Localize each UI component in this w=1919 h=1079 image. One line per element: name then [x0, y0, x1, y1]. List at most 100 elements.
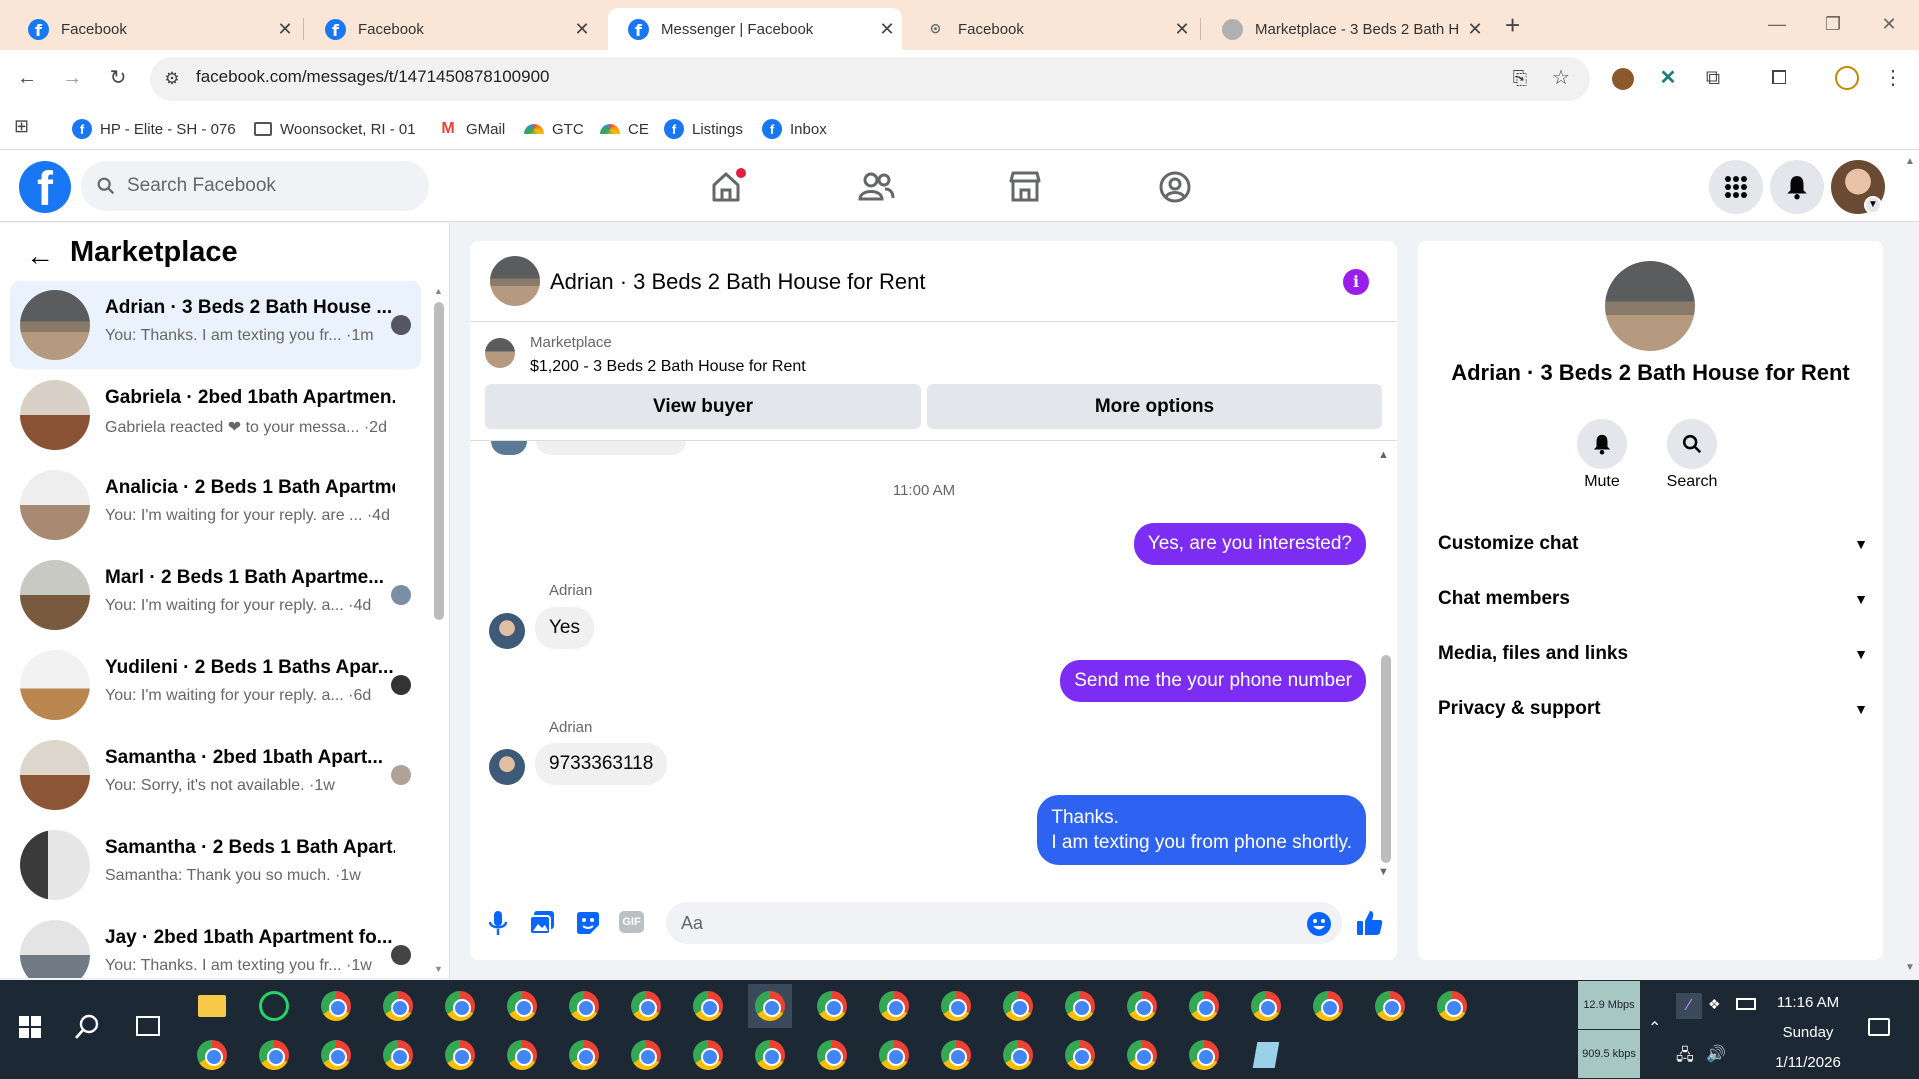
system-clock[interactable]: 11:16 AM Sunday 1/11/2026 [1748, 988, 1868, 1078]
friends-icon[interactable] [854, 165, 898, 209]
back-arrow-icon[interactable]: ← [26, 240, 54, 272]
chrome-icon[interactable] [1368, 984, 1412, 1028]
chrome-icon[interactable] [748, 984, 792, 1028]
message-input[interactable]: Aa [666, 902, 1342, 944]
tab-facebook-3[interactable]: ⊙ Facebook ✕ [905, 8, 1197, 50]
restore-icon[interactable]: ❐ [1805, 8, 1861, 40]
dropbox-icon[interactable]: ❖ [1708, 996, 1721, 1013]
close-tab-icon[interactable]: ✕ [567, 19, 597, 40]
chat-title[interactable]: Adrian · 3 Beds 2 Bath House for Rent [550, 269, 925, 295]
chrome-icon[interactable] [1244, 984, 1288, 1028]
chrome-icon[interactable] [562, 1033, 606, 1077]
chat-avatar-large[interactable] [1605, 261, 1695, 351]
emoji-icon[interactable] [1306, 911, 1332, 937]
search-icon[interactable] [74, 1013, 102, 1041]
bookmark-listings[interactable]: f Listings [664, 114, 743, 144]
tab-facebook-2[interactable]: f Facebook ✕ [305, 8, 597, 50]
conversation-item[interactable]: Jay · 2bed 1bath Apartment fo... You: Th… [10, 911, 421, 978]
more-options-button[interactable]: More options [927, 384, 1382, 429]
view-buyer-button[interactable]: View buyer [485, 384, 921, 429]
chrome-icon[interactable] [376, 1033, 420, 1077]
chat-scrollbar[interactable] [1381, 655, 1391, 863]
notifications-button[interactable] [1770, 160, 1824, 214]
apps-grid-icon[interactable]: ⊞ [14, 116, 29, 137]
chrome-icon[interactable] [872, 984, 916, 1028]
scroll-down-icon[interactable]: ▼ [1378, 866, 1389, 878]
site-info-icon[interactable]: ⚙ [157, 64, 187, 94]
install-app-icon[interactable]: ⎘ [1505, 63, 1535, 93]
bookmark-woonsocket[interactable]: Woonsocket, RI - 01 [254, 114, 416, 144]
conversation-item[interactable]: Yudileni · 2 Beds 1 Baths Apar... You: I… [10, 641, 421, 729]
listing-title[interactable]: $1,200 - 3 Beds 2 Bath House for Rent [530, 358, 806, 376]
tab-marketplace[interactable]: Marketplace - 3 Beds 2 Bath Ho ✕ [1202, 8, 1490, 50]
chrome-icon[interactable] [686, 984, 730, 1028]
chrome-icon[interactable] [934, 1033, 978, 1077]
chrome-icon[interactable] [1120, 984, 1164, 1028]
conversation-item[interactable]: Samantha · 2 Beds 1 Bath Apart... Samant… [10, 821, 421, 909]
chrome-icon[interactable] [1120, 1033, 1164, 1077]
cookie-extension-icon[interactable] [1612, 68, 1634, 90]
tab-facebook-1[interactable]: f Facebook ✕ [8, 8, 300, 50]
chrome-icon[interactable] [1430, 984, 1474, 1028]
close-tab-icon[interactable]: ✕ [1167, 19, 1197, 40]
bookmark-inbox[interactable]: f Inbox [762, 114, 827, 144]
chrome-icon[interactable] [1058, 1033, 1102, 1077]
chrome-icon[interactable] [810, 984, 854, 1028]
microphone-icon[interactable] [487, 909, 509, 937]
mute-button[interactable] [1577, 419, 1627, 469]
close-tab-icon[interactable]: ✕ [872, 19, 902, 40]
bookmark-gtc[interactable]: GTC [524, 114, 584, 144]
extension-icon[interactable]: ✕ [1653, 63, 1683, 93]
photo-icon[interactable] [529, 910, 555, 936]
notepad-icon[interactable] [1244, 1033, 1288, 1077]
chrome-icon[interactable] [314, 984, 358, 1028]
chevron-down-icon[interactable]: ▼ [1864, 196, 1882, 214]
outgoing-message[interactable]: Thanks. I am texting you from phone shor… [1037, 795, 1366, 865]
new-tab-button[interactable]: + [1505, 10, 1520, 40]
media-files-links-section[interactable]: Media, files and links ▼ [1438, 631, 1868, 676]
conversation-item[interactable]: Samantha · 2bed 1bath Apart... You: Sorr… [10, 731, 421, 819]
reload-icon[interactable]: ↻ [103, 63, 133, 93]
chrome-icon[interactable] [748, 1033, 792, 1077]
conversation-item[interactable]: Marl · 2 Beds 1 Bath Apartme... You: I'm… [10, 551, 421, 639]
back-arrow-icon[interactable]: ← [12, 63, 42, 93]
chrome-icon[interactable] [1182, 984, 1226, 1028]
chrome-icon[interactable] [500, 1033, 544, 1077]
scroll-up-icon[interactable]: ▲ [1378, 449, 1389, 461]
incoming-message[interactable]: 9733363118 [535, 743, 668, 785]
home-icon[interactable] [704, 165, 748, 209]
chrome-icon[interactable] [376, 984, 420, 1028]
close-tab-icon[interactable]: ✕ [1460, 19, 1490, 40]
incoming-message[interactable]: Yes [535, 607, 594, 649]
privacy-support-section[interactable]: Privacy & support ▼ [1438, 686, 1868, 731]
chrome-icon[interactable] [438, 1033, 482, 1077]
bookmark-hp-elite[interactable]: f HP - Elite - SH - 076 [72, 114, 236, 144]
chrome-icon[interactable] [624, 984, 668, 1028]
chat-avatar[interactable] [490, 256, 540, 306]
profile-icon[interactable] [1835, 66, 1859, 90]
menu-grid-button[interactable] [1709, 160, 1763, 214]
whatsapp-icon[interactable] [252, 984, 296, 1028]
search-input[interactable]: Search Facebook [81, 161, 429, 211]
feather-app-icon[interactable]: ⁄ [1676, 993, 1702, 1019]
close-tab-icon[interactable]: ✕ [270, 19, 300, 40]
chrome-icon[interactable] [190, 1033, 234, 1077]
page-scroll-up-icon[interactable]: ▲ [1905, 156, 1915, 167]
conversation-scrollbar[interactable] [434, 302, 444, 620]
chrome-icon[interactable] [252, 1033, 296, 1077]
sticker-icon[interactable] [575, 910, 601, 936]
chrome-icon[interactable] [686, 1033, 730, 1077]
page-scroll-down-icon[interactable]: ▼ [1905, 962, 1915, 973]
chrome-icon[interactable] [624, 1033, 668, 1077]
file-explorer-icon[interactable] [190, 984, 234, 1028]
info-icon[interactable]: i [1343, 269, 1369, 295]
conversation-item[interactable]: Gabriela · 2bed 1bath Apartmen... Gabrie… [10, 371, 421, 459]
chrome-icon[interactable] [996, 1033, 1040, 1077]
tab-search-icon[interactable]: ⧠ [1764, 63, 1794, 93]
menu-kebab-icon[interactable]: ⋮ [1878, 63, 1908, 93]
scroll-up-icon[interactable]: ▲ [434, 286, 444, 296]
volume-icon[interactable]: 🔊 [1706, 1044, 1726, 1064]
puzzle-extensions-icon[interactable]: ⧉ [1698, 63, 1728, 93]
gif-button[interactable]: GIF [619, 911, 644, 933]
search-conversation-button[interactable] [1667, 419, 1717, 469]
